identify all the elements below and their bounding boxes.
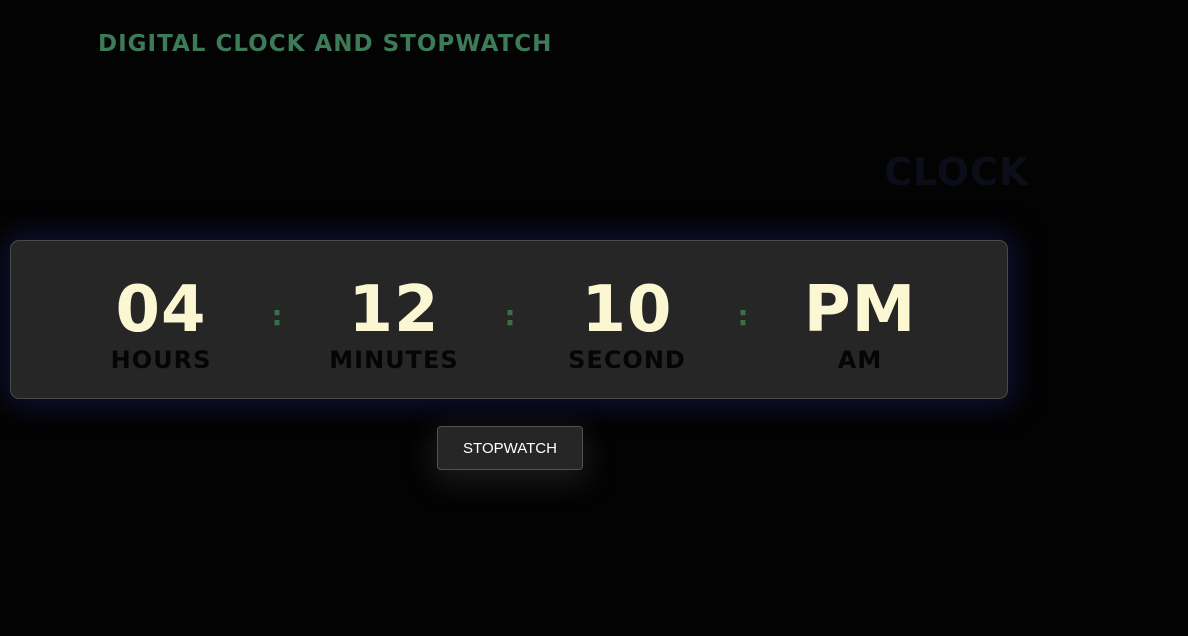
- period-value: PM: [803, 273, 917, 347]
- hours-unit: 04 HOURS: [61, 267, 261, 373]
- hours-value: 04: [115, 273, 207, 347]
- clock-panel: 04 HOURS : 12 MINUTES : 10 SECOND : PM A…: [10, 240, 1008, 399]
- seconds-unit: 10 SECOND: [527, 267, 727, 373]
- seconds-label: SECOND: [568, 346, 686, 374]
- minutes-unit: 12 MINUTES: [294, 267, 494, 373]
- seconds-period-separator: :: [737, 299, 749, 332]
- minutes-value: 12: [348, 273, 440, 347]
- period-label: AM: [837, 346, 883, 374]
- minutes-seconds-separator: :: [504, 299, 516, 332]
- hours-label: HOURS: [110, 346, 212, 374]
- page-title: DIGITAL CLOCK AND STOPWATCH: [98, 31, 553, 57]
- hours-minutes-separator: :: [271, 299, 283, 332]
- clock-section-title: CLOCK: [884, 150, 1030, 194]
- minutes-label: MINUTES: [329, 346, 459, 374]
- period-unit: PM AM: [760, 267, 960, 373]
- stopwatch-button[interactable]: STOPWATCH: [437, 426, 583, 470]
- seconds-value: 10: [581, 273, 673, 347]
